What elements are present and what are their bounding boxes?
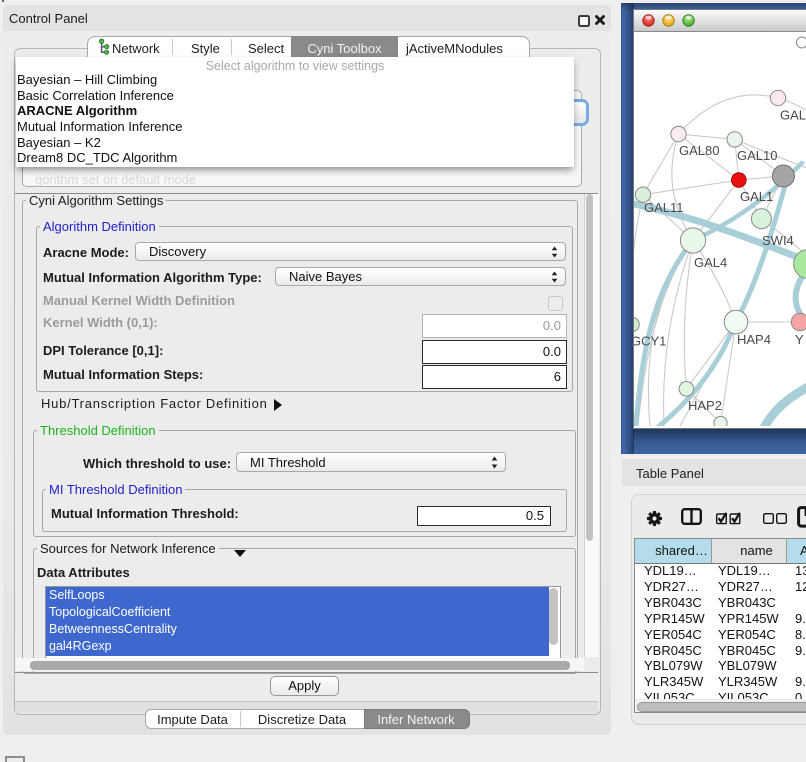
svg-text:GAL4: GAL4 xyxy=(694,255,727,270)
svg-text:GAL7: GAL7 xyxy=(780,108,806,123)
svg-text:GAL1: GAL1 xyxy=(740,189,773,204)
svg-text:GAL10: GAL10 xyxy=(737,148,777,163)
svg-text:HAP2: HAP2 xyxy=(688,398,722,413)
svg-text:GAL80: GAL80 xyxy=(679,143,719,158)
svg-text:Y: Y xyxy=(795,332,804,347)
svg-text:SWI4: SWI4 xyxy=(762,233,794,248)
svg-text:GCY1: GCY1 xyxy=(634,334,666,349)
svg-text:HAP4: HAP4 xyxy=(737,332,771,347)
svg-text:GAL11: GAL11 xyxy=(644,200,684,215)
